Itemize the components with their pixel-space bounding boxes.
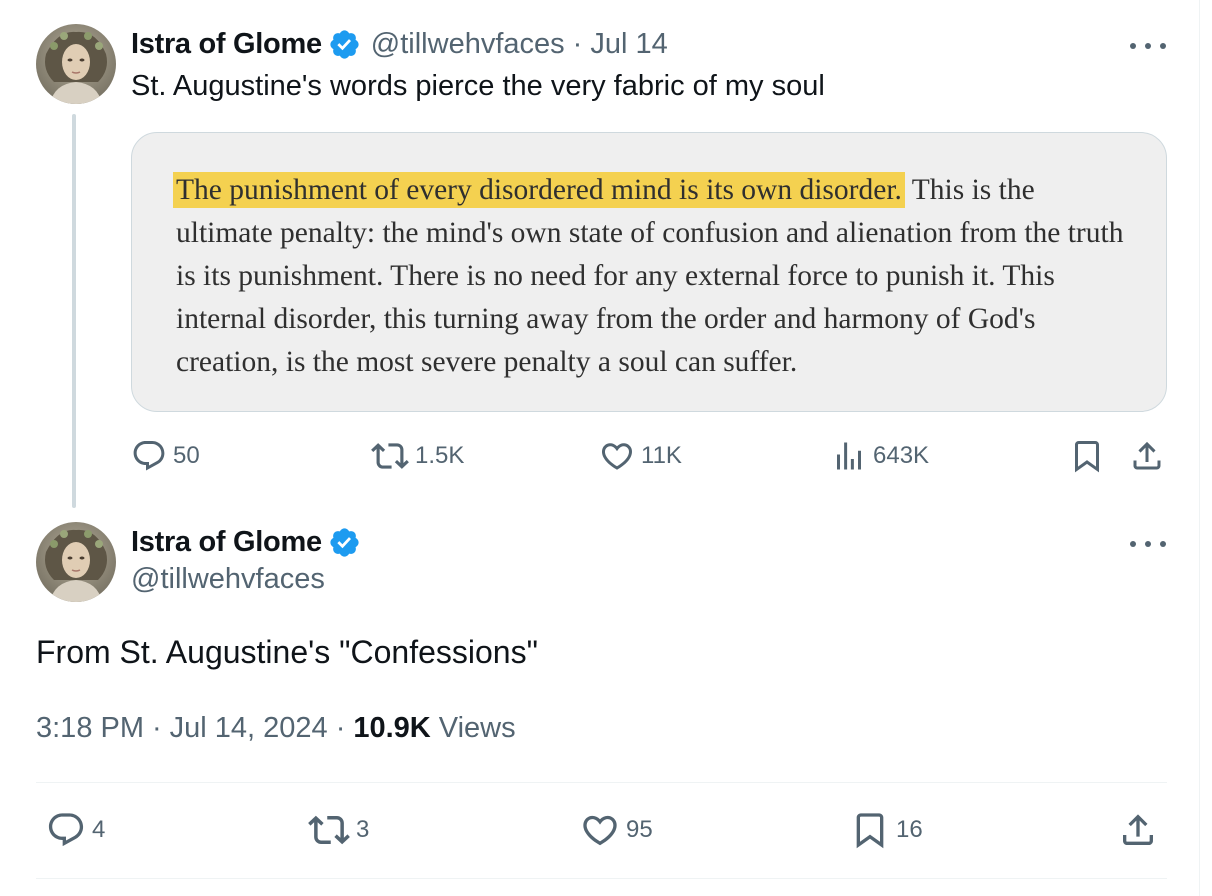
main-author-row: Istra of Glome <box>131 522 371 562</box>
views-button[interactable]: 643K <box>831 436 929 476</box>
share-icon <box>1123 814 1153 845</box>
like-count: 95 <box>626 816 653 843</box>
quote-image-text: The punishment of every disordered mind … <box>173 169 1136 384</box>
share-icon <box>1133 441 1161 470</box>
tweet-date[interactable]: Jul 14, 2024 <box>170 712 328 745</box>
repost-icon <box>371 443 409 469</box>
highlighted-quote: The punishment of every disordered mind … <box>173 172 905 208</box>
repost-icon <box>308 815 350 845</box>
verified-badge-icon[interactable] <box>328 28 361 61</box>
thread-connector-line <box>72 114 76 508</box>
bookmark-button[interactable]: 16 <box>850 810 923 850</box>
reply-count: 50 <box>173 442 200 469</box>
heart-icon <box>601 443 633 470</box>
attached-image[interactable]: The punishment of every disordered mind … <box>131 132 1167 412</box>
views-count: 643K <box>873 442 930 469</box>
views-count[interactable]: 10.9K <box>353 712 430 745</box>
bookmark-icon <box>1075 441 1099 473</box>
tweet-metadata: 3:18 PM · Jul 14, 2024 · 10.9K Views <box>36 712 516 745</box>
verified-badge-icon[interactable] <box>328 526 361 559</box>
parent-author-row: Istra of Glome @tillwehvfaces · Jul 14 <box>131 24 668 64</box>
heart-icon <box>583 815 617 846</box>
reply-button[interactable]: 4 <box>46 810 105 850</box>
author-name[interactable]: Istra of Glome <box>131 526 322 559</box>
share-button[interactable] <box>1129 436 1165 476</box>
like-count: 11K <box>641 442 682 469</box>
reply-icon <box>48 813 84 847</box>
repost-button[interactable]: 3 <box>308 810 369 850</box>
main-action-bar: 4 3 95 16 <box>36 810 1167 850</box>
separator-dot: · <box>572 27 583 60</box>
analytics-icon <box>837 442 861 470</box>
column-border <box>1199 0 1200 896</box>
like-button[interactable]: 11K <box>599 436 682 476</box>
avatar[interactable] <box>36 522 116 602</box>
parent-action-bar: 50 1.5K 11K 643K <box>131 436 1167 476</box>
reply-icon <box>133 441 165 471</box>
tweet-text: St. Augustine's words pierce the very fa… <box>131 70 825 102</box>
share-button[interactable] <box>1118 810 1158 850</box>
repost-button[interactable]: 1.5K <box>371 436 464 476</box>
author-handle[interactable]: @tillwehvfaces <box>131 563 325 596</box>
bookmark-count: 16 <box>896 816 923 843</box>
author-handle[interactable]: @tillwehvfaces <box>371 28 565 61</box>
reply-button[interactable]: 50 <box>131 436 200 476</box>
like-button[interactable]: 95 <box>580 810 653 850</box>
repost-count: 1.5K <box>415 442 465 469</box>
separator-dot: · <box>335 712 346 744</box>
avatar-portrait-image <box>36 522 116 602</box>
reply-count: 4 <box>92 816 106 843</box>
author-name[interactable]: Istra of Glome <box>131 28 322 61</box>
views-label[interactable]: Views <box>439 712 516 745</box>
bookmark-icon <box>856 813 884 849</box>
more-options-icon[interactable] <box>1130 38 1166 54</box>
bookmark-button[interactable] <box>1069 436 1105 476</box>
tweet-text: From St. Augustine's "Confessions" <box>36 634 538 670</box>
avatar[interactable] <box>36 24 116 104</box>
repost-count: 3 <box>356 816 370 843</box>
divider <box>36 878 1167 879</box>
divider <box>36 782 1167 783</box>
more-options-icon[interactable] <box>1130 536 1166 552</box>
tweet-date[interactable]: Jul 14 <box>590 28 667 61</box>
tweet-time[interactable]: 3:18 PM <box>36 712 144 745</box>
avatar-portrait-image <box>36 24 116 104</box>
separator-dot: · <box>152 712 162 744</box>
